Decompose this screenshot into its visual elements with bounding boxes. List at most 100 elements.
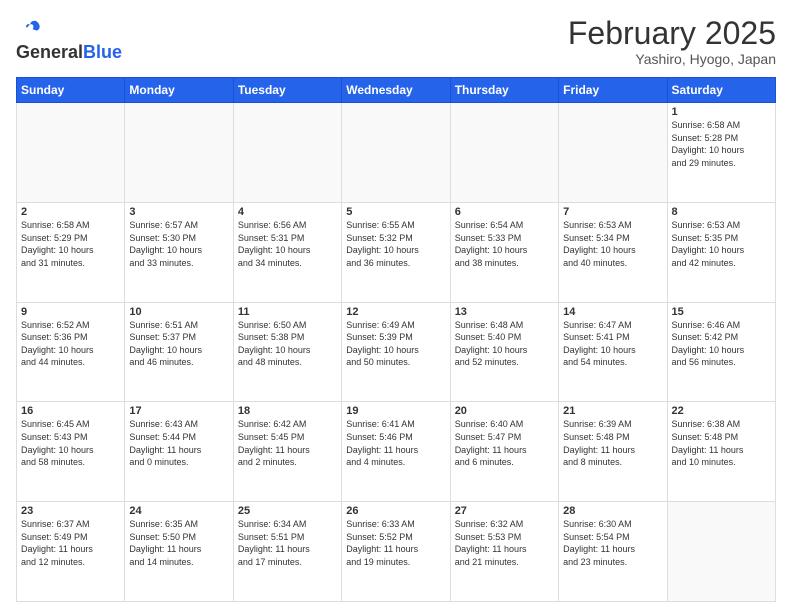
day-detail: Sunrise: 6:43 AM Sunset: 5:44 PM Dayligh… bbox=[129, 418, 228, 468]
col-monday: Monday bbox=[125, 78, 233, 103]
day-number: 22 bbox=[672, 405, 771, 417]
table-row: 26Sunrise: 6:33 AM Sunset: 5:52 PM Dayli… bbox=[342, 502, 450, 602]
table-row: 16Sunrise: 6:45 AM Sunset: 5:43 PM Dayli… bbox=[17, 402, 125, 502]
day-detail: Sunrise: 6:33 AM Sunset: 5:52 PM Dayligh… bbox=[346, 518, 445, 568]
table-row bbox=[559, 103, 667, 203]
day-detail: Sunrise: 6:37 AM Sunset: 5:49 PM Dayligh… bbox=[21, 518, 120, 568]
col-saturday: Saturday bbox=[667, 78, 775, 103]
logo-general-text: General bbox=[16, 43, 83, 63]
day-detail: Sunrise: 6:39 AM Sunset: 5:48 PM Dayligh… bbox=[563, 418, 662, 468]
day-number: 26 bbox=[346, 505, 445, 517]
table-row bbox=[125, 103, 233, 203]
table-row: 9Sunrise: 6:52 AM Sunset: 5:36 PM Daylig… bbox=[17, 302, 125, 402]
day-number: 28 bbox=[563, 505, 662, 517]
day-number: 5 bbox=[346, 206, 445, 218]
page: General Blue February 2025 Yashiro, Hyog… bbox=[0, 0, 792, 612]
table-row: 10Sunrise: 6:51 AM Sunset: 5:37 PM Dayli… bbox=[125, 302, 233, 402]
logo: General Blue bbox=[16, 16, 122, 63]
day-detail: Sunrise: 6:40 AM Sunset: 5:47 PM Dayligh… bbox=[455, 418, 554, 468]
table-row: 12Sunrise: 6:49 AM Sunset: 5:39 PM Dayli… bbox=[342, 302, 450, 402]
calendar-week-row: 23Sunrise: 6:37 AM Sunset: 5:49 PM Dayli… bbox=[17, 502, 776, 602]
day-detail: Sunrise: 6:30 AM Sunset: 5:54 PM Dayligh… bbox=[563, 518, 662, 568]
day-detail: Sunrise: 6:55 AM Sunset: 5:32 PM Dayligh… bbox=[346, 219, 445, 269]
table-row bbox=[450, 103, 558, 203]
day-number: 10 bbox=[129, 306, 228, 318]
day-number: 19 bbox=[346, 405, 445, 417]
day-number: 2 bbox=[21, 206, 120, 218]
day-detail: Sunrise: 6:49 AM Sunset: 5:39 PM Dayligh… bbox=[346, 319, 445, 369]
day-number: 17 bbox=[129, 405, 228, 417]
table-row: 17Sunrise: 6:43 AM Sunset: 5:44 PM Dayli… bbox=[125, 402, 233, 502]
day-number: 18 bbox=[238, 405, 337, 417]
table-row bbox=[667, 502, 775, 602]
table-row: 11Sunrise: 6:50 AM Sunset: 5:38 PM Dayli… bbox=[233, 302, 341, 402]
day-detail: Sunrise: 6:47 AM Sunset: 5:41 PM Dayligh… bbox=[563, 319, 662, 369]
table-row: 22Sunrise: 6:38 AM Sunset: 5:48 PM Dayli… bbox=[667, 402, 775, 502]
day-number: 27 bbox=[455, 505, 554, 517]
table-row: 6Sunrise: 6:54 AM Sunset: 5:33 PM Daylig… bbox=[450, 202, 558, 302]
day-detail: Sunrise: 6:58 AM Sunset: 5:28 PM Dayligh… bbox=[672, 119, 771, 169]
table-row: 24Sunrise: 6:35 AM Sunset: 5:50 PM Dayli… bbox=[125, 502, 233, 602]
table-row: 21Sunrise: 6:39 AM Sunset: 5:48 PM Dayli… bbox=[559, 402, 667, 502]
day-number: 20 bbox=[455, 405, 554, 417]
table-row: 4Sunrise: 6:56 AM Sunset: 5:31 PM Daylig… bbox=[233, 202, 341, 302]
day-number: 23 bbox=[21, 505, 120, 517]
day-number: 15 bbox=[672, 306, 771, 318]
table-row: 1Sunrise: 6:58 AM Sunset: 5:28 PM Daylig… bbox=[667, 103, 775, 203]
day-number: 3 bbox=[129, 206, 228, 218]
title-block: February 2025 Yashiro, Hyogo, Japan bbox=[568, 16, 776, 67]
day-detail: Sunrise: 6:56 AM Sunset: 5:31 PM Dayligh… bbox=[238, 219, 337, 269]
day-number: 14 bbox=[563, 306, 662, 318]
day-number: 7 bbox=[563, 206, 662, 218]
day-detail: Sunrise: 6:46 AM Sunset: 5:42 PM Dayligh… bbox=[672, 319, 771, 369]
table-row: 7Sunrise: 6:53 AM Sunset: 5:34 PM Daylig… bbox=[559, 202, 667, 302]
day-detail: Sunrise: 6:38 AM Sunset: 5:48 PM Dayligh… bbox=[672, 418, 771, 468]
table-row bbox=[342, 103, 450, 203]
day-detail: Sunrise: 6:42 AM Sunset: 5:45 PM Dayligh… bbox=[238, 418, 337, 468]
day-number: 4 bbox=[238, 206, 337, 218]
day-detail: Sunrise: 6:53 AM Sunset: 5:34 PM Dayligh… bbox=[563, 219, 662, 269]
day-detail: Sunrise: 6:51 AM Sunset: 5:37 PM Dayligh… bbox=[129, 319, 228, 369]
location: Yashiro, Hyogo, Japan bbox=[568, 51, 776, 67]
col-tuesday: Tuesday bbox=[233, 78, 341, 103]
col-friday: Friday bbox=[559, 78, 667, 103]
calendar-week-row: 9Sunrise: 6:52 AM Sunset: 5:36 PM Daylig… bbox=[17, 302, 776, 402]
day-detail: Sunrise: 6:32 AM Sunset: 5:53 PM Dayligh… bbox=[455, 518, 554, 568]
day-detail: Sunrise: 6:57 AM Sunset: 5:30 PM Dayligh… bbox=[129, 219, 228, 269]
calendar-week-row: 16Sunrise: 6:45 AM Sunset: 5:43 PM Dayli… bbox=[17, 402, 776, 502]
day-detail: Sunrise: 6:34 AM Sunset: 5:51 PM Dayligh… bbox=[238, 518, 337, 568]
day-number: 21 bbox=[563, 405, 662, 417]
logo-icon bbox=[18, 16, 40, 38]
col-sunday: Sunday bbox=[17, 78, 125, 103]
day-detail: Sunrise: 6:45 AM Sunset: 5:43 PM Dayligh… bbox=[21, 418, 120, 468]
day-number: 24 bbox=[129, 505, 228, 517]
day-detail: Sunrise: 6:53 AM Sunset: 5:35 PM Dayligh… bbox=[672, 219, 771, 269]
day-number: 13 bbox=[455, 306, 554, 318]
table-row: 2Sunrise: 6:58 AM Sunset: 5:29 PM Daylig… bbox=[17, 202, 125, 302]
logo-blue-text: Blue bbox=[83, 43, 122, 63]
day-detail: Sunrise: 6:35 AM Sunset: 5:50 PM Dayligh… bbox=[129, 518, 228, 568]
day-detail: Sunrise: 6:52 AM Sunset: 5:36 PM Dayligh… bbox=[21, 319, 120, 369]
table-row bbox=[17, 103, 125, 203]
table-row: 3Sunrise: 6:57 AM Sunset: 5:30 PM Daylig… bbox=[125, 202, 233, 302]
table-row: 23Sunrise: 6:37 AM Sunset: 5:49 PM Dayli… bbox=[17, 502, 125, 602]
day-number: 1 bbox=[672, 106, 771, 118]
col-wednesday: Wednesday bbox=[342, 78, 450, 103]
calendar-week-row: 1Sunrise: 6:58 AM Sunset: 5:28 PM Daylig… bbox=[17, 103, 776, 203]
day-detail: Sunrise: 6:41 AM Sunset: 5:46 PM Dayligh… bbox=[346, 418, 445, 468]
table-row: 27Sunrise: 6:32 AM Sunset: 5:53 PM Dayli… bbox=[450, 502, 558, 602]
day-detail: Sunrise: 6:50 AM Sunset: 5:38 PM Dayligh… bbox=[238, 319, 337, 369]
table-row: 15Sunrise: 6:46 AM Sunset: 5:42 PM Dayli… bbox=[667, 302, 775, 402]
day-detail: Sunrise: 6:58 AM Sunset: 5:29 PM Dayligh… bbox=[21, 219, 120, 269]
table-row: 28Sunrise: 6:30 AM Sunset: 5:54 PM Dayli… bbox=[559, 502, 667, 602]
header: General Blue February 2025 Yashiro, Hyog… bbox=[16, 16, 776, 67]
table-row: 25Sunrise: 6:34 AM Sunset: 5:51 PM Dayli… bbox=[233, 502, 341, 602]
table-row: 13Sunrise: 6:48 AM Sunset: 5:40 PM Dayli… bbox=[450, 302, 558, 402]
day-number: 8 bbox=[672, 206, 771, 218]
table-row: 5Sunrise: 6:55 AM Sunset: 5:32 PM Daylig… bbox=[342, 202, 450, 302]
table-row: 8Sunrise: 6:53 AM Sunset: 5:35 PM Daylig… bbox=[667, 202, 775, 302]
day-number: 9 bbox=[21, 306, 120, 318]
calendar-week-row: 2Sunrise: 6:58 AM Sunset: 5:29 PM Daylig… bbox=[17, 202, 776, 302]
table-row: 18Sunrise: 6:42 AM Sunset: 5:45 PM Dayli… bbox=[233, 402, 341, 502]
table-row: 20Sunrise: 6:40 AM Sunset: 5:47 PM Dayli… bbox=[450, 402, 558, 502]
